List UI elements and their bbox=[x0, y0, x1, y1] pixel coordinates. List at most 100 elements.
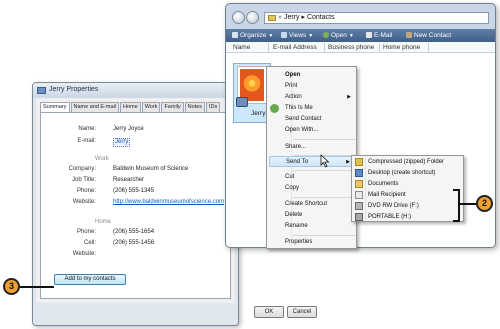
documents-folder-icon bbox=[355, 180, 363, 188]
work-phone-value: (206) 555-1345 bbox=[113, 188, 155, 194]
send-to-documents[interactable]: Documents bbox=[368, 179, 398, 189]
callout-3: 3 bbox=[3, 278, 20, 295]
portable-drive-icon bbox=[355, 213, 363, 221]
send-to-desktop[interactable]: Desktop (create shortcut) bbox=[368, 168, 435, 178]
home-phone-value: (206) 555-1654 bbox=[113, 229, 155, 235]
address-separator: » bbox=[278, 14, 282, 21]
contact-file-name: Jerry bbox=[251, 110, 266, 117]
menu-item-share[interactable]: Share... bbox=[285, 142, 355, 153]
envelope-icon bbox=[366, 32, 372, 38]
organize-button[interactable]: Organize ▼ bbox=[232, 29, 273, 42]
menu-separator bbox=[293, 139, 355, 140]
tab-family[interactable]: Family bbox=[161, 102, 184, 112]
email-button[interactable]: E-Mail bbox=[366, 29, 392, 42]
command-bar: Organize ▼ Views ▼ Open ▼ E-Mail New Contac… bbox=[226, 29, 495, 42]
jobtitle-row: Job Title: Researcher bbox=[41, 176, 230, 185]
work-phone-row: Phone: (206) 555-1345 bbox=[41, 187, 230, 196]
email-label: E-mail: bbox=[77, 138, 96, 144]
zip-folder-icon bbox=[355, 158, 363, 166]
menu-item-send-to[interactable]: Send To ▶ bbox=[269, 156, 355, 167]
organize-icon bbox=[232, 32, 238, 38]
tab-home[interactable]: Home bbox=[120, 102, 141, 112]
submenu-arrow-icon: ▶ bbox=[347, 94, 351, 100]
submenu-arrow-icon: ▶ bbox=[346, 159, 350, 165]
menu-item-send-contact[interactable]: Send Contact bbox=[285, 114, 355, 125]
callout-2: 2 bbox=[476, 195, 493, 212]
tab-work[interactable]: Work bbox=[141, 102, 161, 112]
menu-item-this-is-me[interactable]: This Is Me bbox=[285, 103, 355, 114]
menu-item-open-with[interactable]: Open With... bbox=[285, 125, 355, 136]
add-to-my-contacts-button[interactable]: Add to my contacts bbox=[54, 274, 126, 285]
column-header-row: Name E-mail Address Business phone Home … bbox=[226, 42, 495, 53]
menu-item-cut[interactable]: Cut bbox=[285, 172, 355, 183]
name-label: Name: bbox=[78, 126, 96, 132]
cancel-button[interactable]: Cancel bbox=[287, 306, 317, 318]
menu-item-action[interactable]: Action ▶ bbox=[285, 92, 355, 103]
forward-button[interactable] bbox=[246, 11, 259, 24]
column-business-phone[interactable]: Business phone bbox=[328, 42, 374, 53]
chevron-down-icon: ▼ bbox=[348, 33, 354, 39]
column-home-phone[interactable]: Home phone bbox=[383, 42, 420, 53]
column-divider[interactable] bbox=[428, 43, 429, 52]
column-divider[interactable] bbox=[379, 43, 380, 52]
cell-value: (206) 555-1456 bbox=[113, 240, 155, 246]
mouse-pointer-icon bbox=[320, 154, 330, 168]
work-website-link[interactable]: http://www.baldwinmuseumofscience.com bbox=[113, 198, 224, 207]
company-value: Baldwin Museum of Science bbox=[113, 166, 189, 172]
home-website-row: Website: bbox=[41, 250, 230, 259]
views-button[interactable]: Views ▼ bbox=[281, 29, 313, 42]
menu-separator bbox=[293, 235, 355, 236]
dialog-titlebar[interactable]: Jerry Properties bbox=[33, 83, 238, 98]
home-website-label: Website: bbox=[72, 251, 96, 257]
this-is-me-icon bbox=[270, 104, 279, 113]
column-divider[interactable] bbox=[324, 43, 325, 52]
send-to-compressed-folder[interactable]: Compressed (zipped) Folder bbox=[368, 157, 444, 167]
menu-item-rename[interactable]: Rename bbox=[285, 221, 355, 232]
send-to-portable-drive[interactable]: PORTABLE (H:) bbox=[368, 212, 411, 222]
column-name[interactable]: Name bbox=[233, 42, 250, 53]
work-section-heading: Work bbox=[95, 156, 109, 162]
summary-panel: Name: Jerry Joyce E-mail: Jerry Work Com… bbox=[40, 112, 231, 299]
folder-icon bbox=[268, 15, 276, 21]
send-to-submenu: Compressed (zipped) Folder Desktop (crea… bbox=[351, 155, 464, 222]
work-website-label: Website: bbox=[72, 199, 96, 205]
open-button[interactable]: Open ▼ bbox=[323, 29, 354, 42]
email-link[interactable]: Jerry bbox=[113, 138, 131, 147]
menu-item-create-shortcut[interactable]: Create Shortcut bbox=[285, 199, 355, 210]
mail-recipient-icon bbox=[355, 191, 363, 199]
callout-bracket-bottom bbox=[453, 220, 460, 222]
callout-3-leader bbox=[20, 286, 54, 288]
dvd-drive-icon bbox=[355, 202, 363, 210]
work-website-row: Website: http://www.baldwinmuseumofscien… bbox=[41, 198, 230, 207]
chevron-down-icon: ▼ bbox=[308, 33, 314, 39]
column-divider[interactable] bbox=[268, 43, 269, 52]
callout-2-leader bbox=[460, 203, 477, 205]
menu-item-delete[interactable]: Delete bbox=[285, 210, 355, 221]
new-contact-button[interactable]: New Contact bbox=[406, 29, 451, 42]
context-menu: Open Print Action ▶ This Is Me Send Conta… bbox=[266, 66, 357, 249]
contact-card-icon bbox=[37, 87, 46, 94]
back-button[interactable] bbox=[232, 11, 245, 24]
callout-bracket-vertical bbox=[458, 189, 460, 222]
column-email-address[interactable]: E-mail Address bbox=[273, 42, 317, 53]
work-phone-label: Phone: bbox=[76, 188, 96, 194]
menu-item-properties[interactable]: Properties bbox=[285, 237, 355, 248]
send-to-dvd-drive[interactable]: DVD RW Drive (F:) bbox=[368, 201, 419, 211]
address-path: Jerry ▸ Contacts bbox=[284, 14, 335, 21]
menu-item-print[interactable]: Print bbox=[285, 81, 355, 92]
callout-bracket-top bbox=[453, 189, 460, 191]
tab-notes[interactable]: Notes bbox=[184, 102, 206, 112]
tab-ids[interactable]: IDs bbox=[206, 102, 221, 112]
tab-name-and-email[interactable]: Name and E-mail bbox=[70, 102, 120, 112]
address-bar[interactable]: » Jerry ▸ Contacts bbox=[264, 12, 489, 24]
cell-label: Cell: bbox=[83, 240, 96, 246]
send-to-mail-recipient[interactable]: Mail Recipient bbox=[368, 190, 406, 200]
name-row: Name: Jerry Joyce bbox=[41, 125, 230, 134]
menu-item-copy[interactable]: Copy bbox=[285, 183, 355, 194]
ok-button[interactable]: OK bbox=[254, 306, 284, 318]
desktop-icon bbox=[355, 169, 363, 177]
menu-item-open[interactable]: Open bbox=[285, 70, 355, 81]
company-label: Company: bbox=[68, 166, 96, 172]
tab-strip: Summary Name and E-mail Home Work Family… bbox=[40, 102, 221, 113]
chevron-down-icon: ▼ bbox=[268, 33, 274, 39]
